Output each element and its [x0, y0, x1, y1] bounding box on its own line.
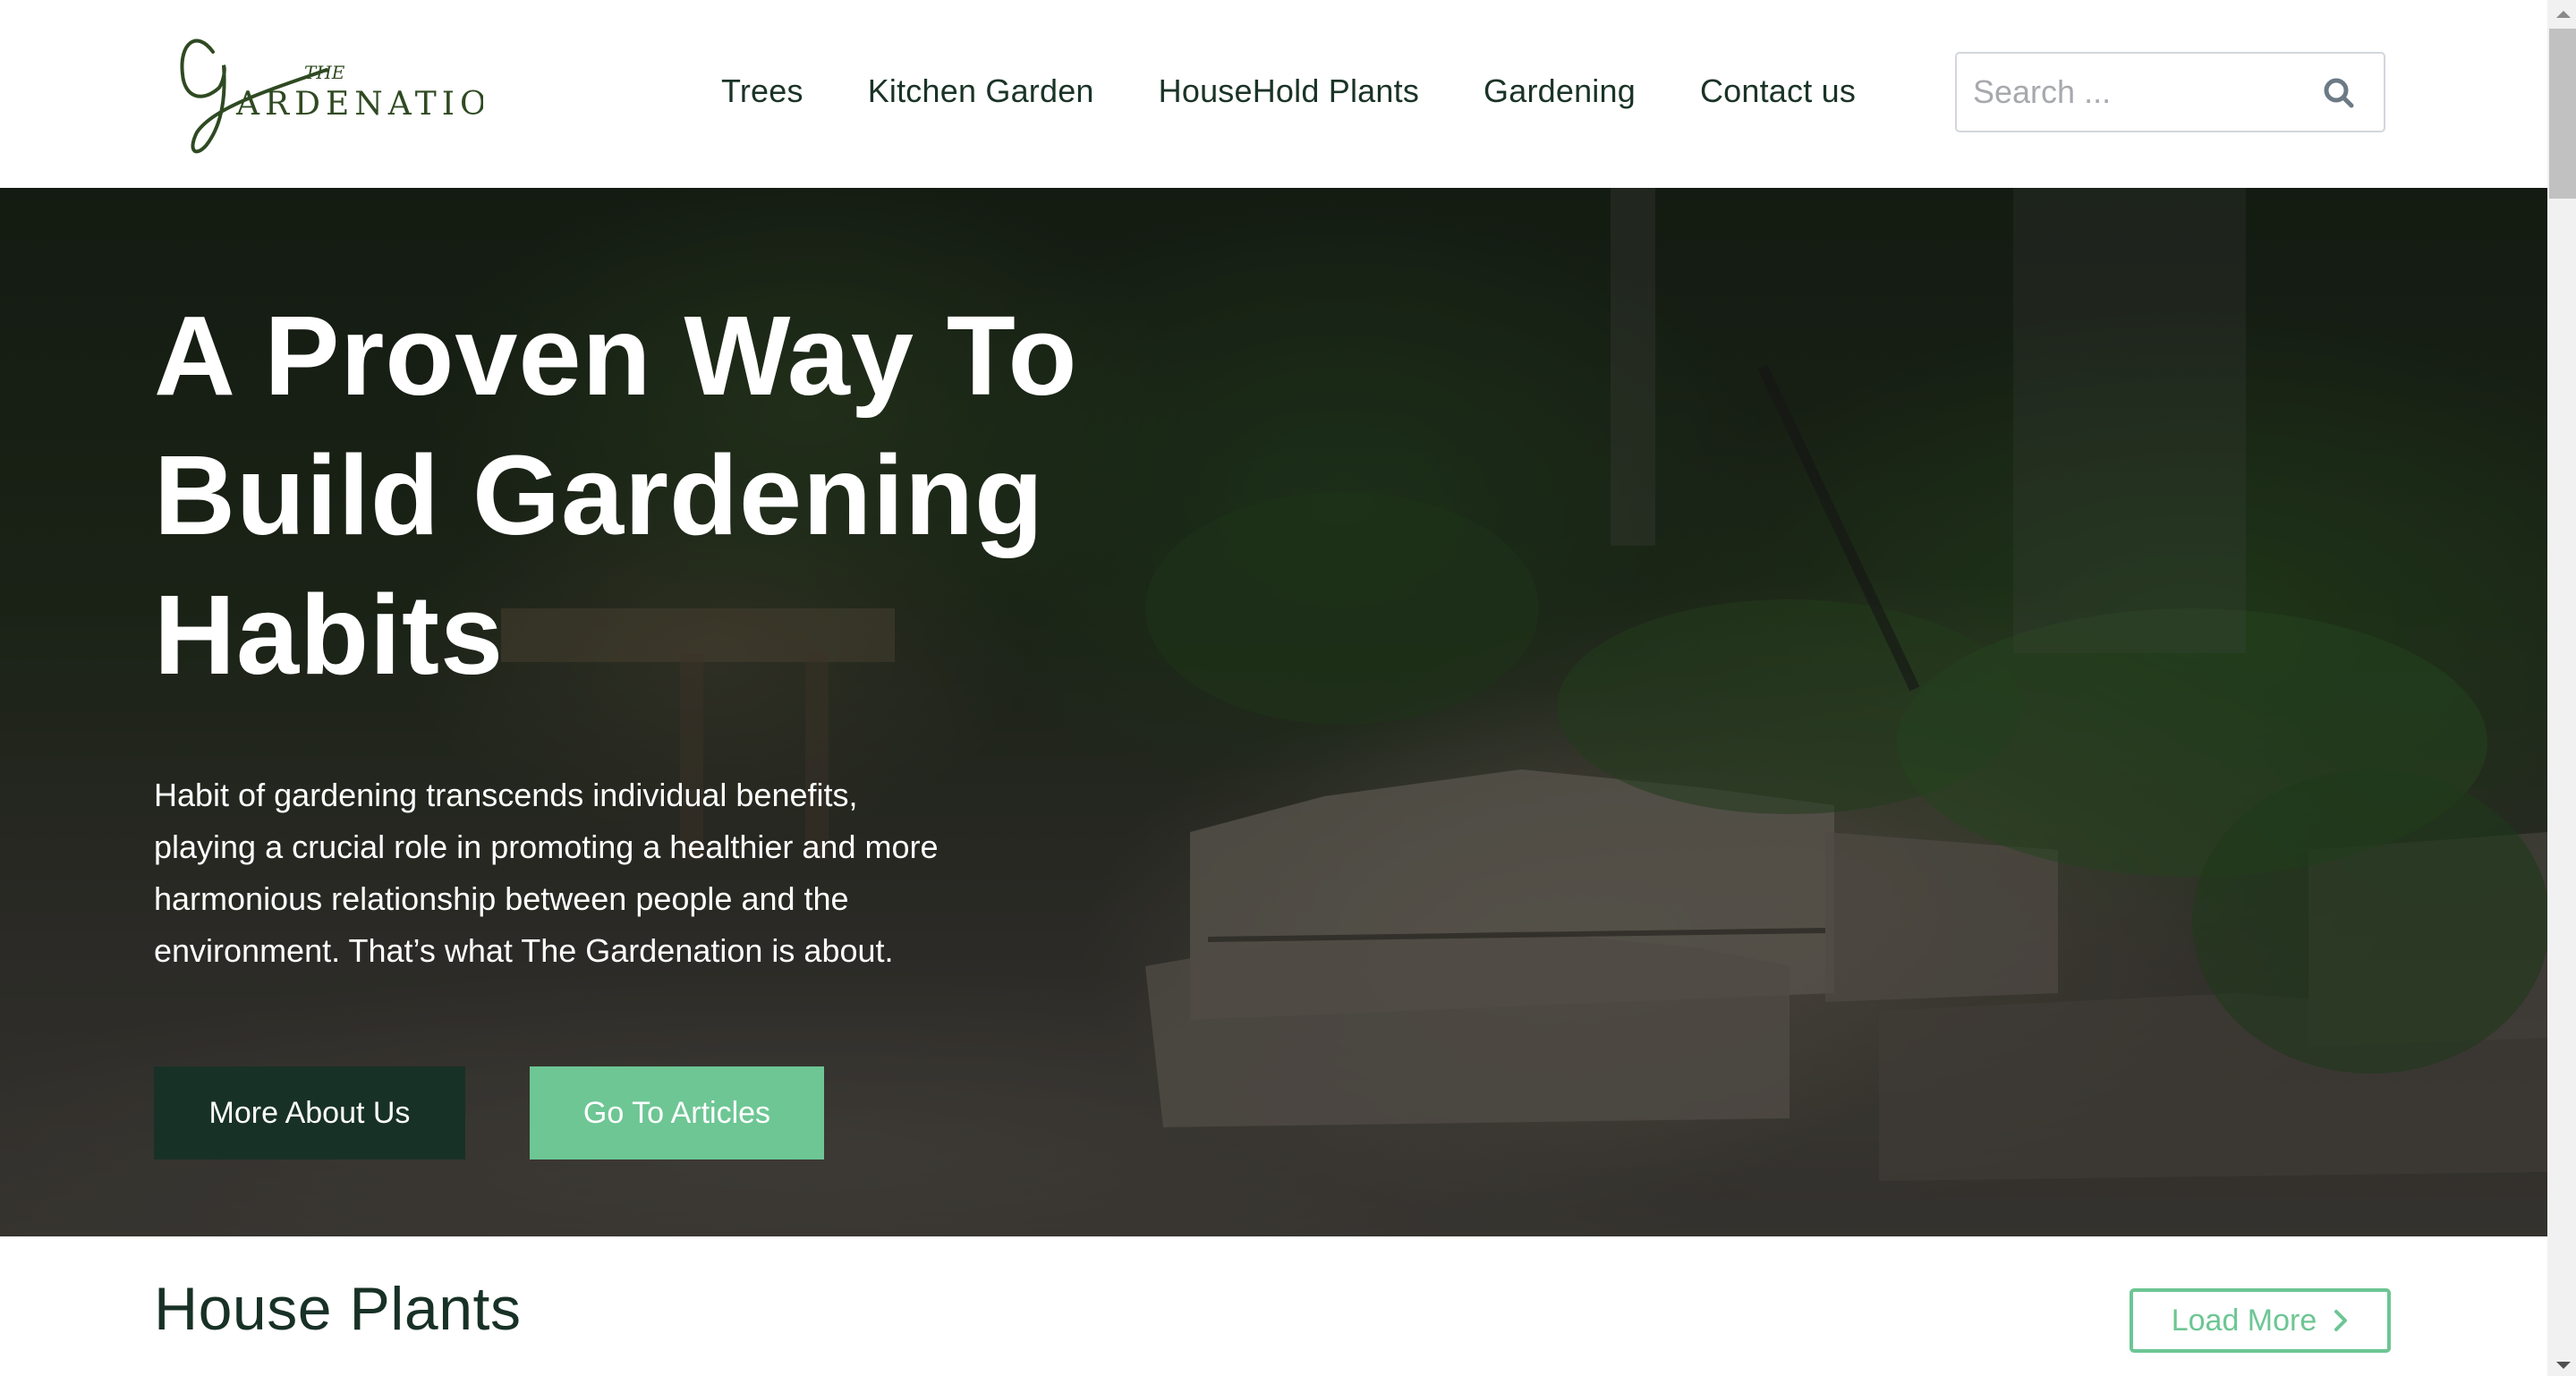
search-box [1955, 52, 2385, 132]
nav-item-contact-us[interactable]: Contact us [1700, 72, 1856, 110]
hero-title-line: Build Gardening [154, 432, 1045, 558]
scrollbar-thumb[interactable] [2549, 29, 2576, 199]
hero-description-line: environment. That’s what The Gardenation… [154, 932, 894, 969]
main-nav: Trees Kitchen Garden HouseHold Plants Ga… [721, 64, 1856, 118]
hero-section: A Proven Way To Build Gardening Habits H… [0, 188, 2547, 1236]
go-to-articles-button[interactable]: Go To Articles [530, 1066, 824, 1159]
svg-text:ARDENATION: ARDENATION [235, 86, 483, 123]
hero-title-line: A Proven Way To [154, 293, 1078, 419]
site-header: THE ARDENATION Trees Kitchen Garden Hous… [0, 0, 2547, 188]
search-input[interactable] [1973, 54, 2313, 131]
hero-title: A Proven Way To Build Gardening Habits [154, 286, 1228, 705]
page: THE ARDENATION Trees Kitchen Garden Hous… [0, 0, 2547, 1376]
hero-title-line: Habits [154, 572, 505, 698]
house-plants-heading: House Plants [154, 1275, 522, 1343]
scroll-down-arrow-icon[interactable] [2556, 1362, 2571, 1369]
load-more-button[interactable]: Load More [2130, 1288, 2391, 1353]
chevron-right-icon [2334, 1310, 2348, 1331]
nav-item-kitchen-garden[interactable]: Kitchen Garden [868, 72, 1094, 110]
more-about-us-button[interactable]: More About Us [154, 1066, 465, 1159]
nav-item-gardening[interactable]: Gardening [1484, 72, 1636, 110]
vertical-scrollbar[interactable] [2547, 0, 2576, 1376]
hero-description-line: Habit of gardening transcends individual… [154, 777, 858, 813]
search-button[interactable] [2321, 75, 2357, 111]
hero-description: Habit of gardening transcends individual… [154, 769, 1049, 977]
site-logo[interactable]: THE ARDENATION [170, 25, 520, 157]
nav-item-trees[interactable]: Trees [721, 72, 803, 110]
load-more-label: Load More [2171, 1303, 2317, 1338]
hero-description-line: playing a crucial role in promoting a he… [154, 828, 939, 865]
hero-description-line: harmonious relationship between people a… [154, 880, 849, 917]
search-icon [2324, 78, 2354, 108]
gardenation-logo-icon: THE ARDENATION [180, 38, 520, 154]
scroll-up-arrow-icon[interactable] [2556, 11, 2571, 18]
svg-text:THE: THE [304, 62, 345, 83]
nav-item-household-plants[interactable]: HouseHold Plants [1159, 72, 1419, 110]
